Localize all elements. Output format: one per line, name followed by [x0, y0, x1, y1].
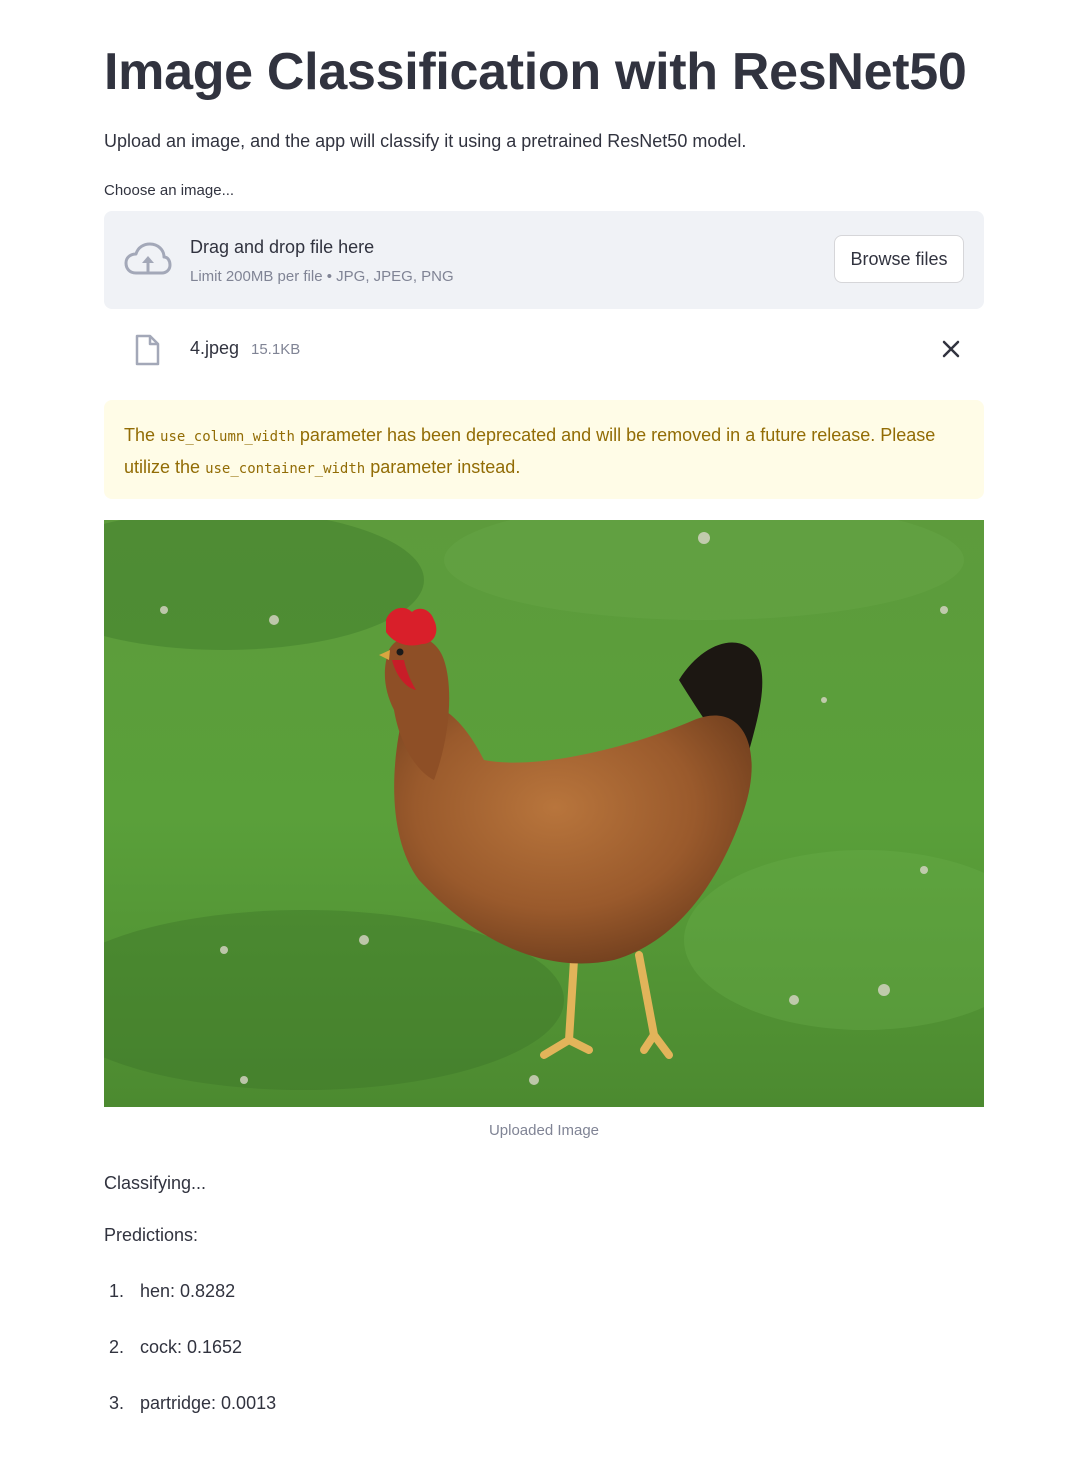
uploaded-image [104, 520, 984, 1107]
deprecation-warning: The use_column_width parameter has been … [104, 400, 984, 499]
file-dropzone[interactable]: Drag and drop file here Limit 200MB per … [104, 211, 984, 309]
warning-prefix: The [124, 425, 156, 445]
warning-suffix: parameter instead. [370, 457, 521, 477]
uploader-label: Choose an image... [104, 182, 235, 199]
intro-text: Upload an image, and the app will classi… [104, 131, 747, 151]
dropzone-title: Drag and drop file here [190, 237, 375, 257]
prediction-text: hen: 0.8282 [140, 1281, 236, 1301]
file-icon [135, 334, 160, 366]
prediction-number: 3. [109, 1393, 125, 1413]
close-icon[interactable] [938, 336, 964, 362]
prediction-number: 1. [109, 1281, 125, 1301]
page-title: Image Classification with ResNet50 [104, 43, 967, 101]
file-size: 15.1KB [251, 341, 301, 358]
cloud-upload-icon [124, 242, 172, 275]
warning-code-use-container-width: use_container_width [205, 461, 366, 477]
uploaded-file-row: 4.jpeg 15.1KB [104, 328, 984, 372]
file-name: 4.jpeg [190, 338, 240, 358]
browse-files-button[interactable]: Browse files [834, 235, 964, 283]
predictions-heading: Predictions: [104, 1225, 199, 1245]
warning-code-use-column-width: use_column_width [160, 429, 295, 445]
dropzone-subtitle: Limit 200MB per file • JPG, JPEG, PNG [190, 268, 454, 285]
status-text: Classifying... [104, 1173, 207, 1193]
prediction-number: 2. [109, 1337, 125, 1357]
prediction-text: partridge: 0.0013 [140, 1393, 277, 1413]
prediction-text: cock: 0.1652 [140, 1337, 243, 1357]
image-caption: Uploaded Image [488, 1122, 600, 1139]
